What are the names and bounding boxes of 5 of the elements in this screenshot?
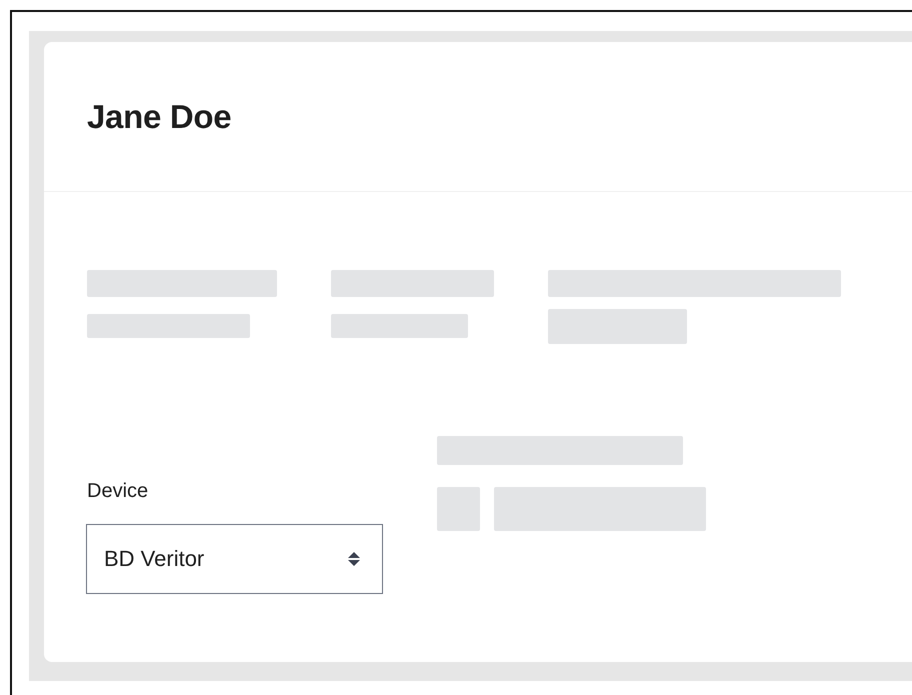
device-select[interactable]: BD Veritor [86,524,383,594]
field-label: Device [87,479,150,503]
skeleton-bar [437,487,480,531]
profile-name: Jane Doe [87,98,232,136]
up-down-arrows-icon [348,552,360,566]
